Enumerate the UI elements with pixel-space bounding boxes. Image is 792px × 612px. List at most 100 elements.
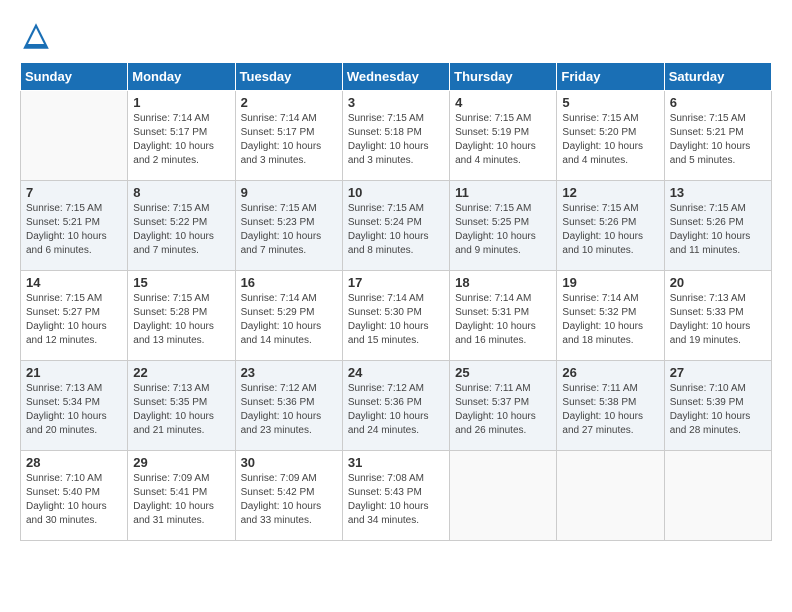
weekday-header-tuesday: Tuesday <box>235 63 342 91</box>
calendar-cell: 16 Sunrise: 7:14 AM Sunset: 5:29 PM Dayli… <box>235 271 342 361</box>
day-number: 23 <box>241 365 337 380</box>
day-info: Sunrise: 7:11 AM Sunset: 5:37 PM Dayligh… <box>455 382 551 438</box>
calendar-cell: 15Sunrise: 7:15 AM Sunset: 5:28 PM Dayli… <box>128 271 235 361</box>
day-info: Sunrise: 7:15 AM Sunset: 5:19 PM Dayligh… <box>455 112 551 168</box>
day-number: 16 <box>241 275 337 290</box>
calendar-cell: 4 Sunrise: 7:15 AM Sunset: 5:19 PM Daylig… <box>450 91 557 181</box>
day-number: 25 <box>455 365 551 380</box>
day-info: Sunrise: 7:15 AM Sunset: 5:20 PM Dayligh… <box>562 112 658 168</box>
day-number: 15 <box>133 275 229 290</box>
calendar-cell: 3 Sunrise: 7:15 AM Sunset: 5:18 PM Daylig… <box>342 91 449 181</box>
calendar-cell: 31 Sunrise: 7:08 AM Sunset: 5:43 PM Dayli… <box>342 451 449 541</box>
calendar-cell: 8 Sunrise: 7:15 AM Sunset: 5:22 PM Daylig… <box>128 181 235 271</box>
day-number: 5 <box>562 95 658 110</box>
calendar-cell: 6 Sunrise: 7:15 AM Sunset: 5:21 PM Daylig… <box>664 91 771 181</box>
day-info: Sunrise: 7:11 AM Sunset: 5:38 PM Dayligh… <box>562 382 658 438</box>
calendar-cell: 5 Sunrise: 7:15 AM Sunset: 5:20 PM Daylig… <box>557 91 664 181</box>
calendar-cell <box>450 451 557 541</box>
calendar-cell: 14 Sunrise: 7:15 AM Sunset: 5:27 PM Dayli… <box>21 271 128 361</box>
day-info: Sunrise: 7:08 AM Sunset: 5:43 PM Dayligh… <box>348 472 444 528</box>
day-info: Sunrise: 7:13 AM Sunset: 5:34 PM Dayligh… <box>26 382 122 438</box>
day-number: 29 <box>133 455 229 470</box>
calendar-cell <box>557 451 664 541</box>
weekday-header-saturday: Saturday <box>664 63 771 91</box>
day-info: Sunrise: 7:15 AM Sunset: 5:24 PM Dayligh… <box>348 202 444 258</box>
calendar-cell: 24 Sunrise: 7:12 AM Sunset: 5:36 PM Dayli… <box>342 361 449 451</box>
day-info: Sunrise: 7:14 AM Sunset: 5:17 PM Dayligh… <box>241 112 337 168</box>
calendar-cell: 9 Sunrise: 7:15 AM Sunset: 5:23 PM Daylig… <box>235 181 342 271</box>
day-number: 22 <box>133 365 229 380</box>
logo-icon <box>20 20 52 52</box>
calendar-week-row: 1 Sunrise: 7:14 AM Sunset: 5:17 PM Daylig… <box>21 91 772 181</box>
day-number: 13 <box>670 185 766 200</box>
day-info: Sunrise: 7:14 AM Sunset: 5:30 PM Dayligh… <box>348 292 444 348</box>
calendar-cell: 1 Sunrise: 7:14 AM Sunset: 5:17 PM Daylig… <box>128 91 235 181</box>
calendar-cell: 11 Sunrise: 7:15 AM Sunset: 5:25 PM Dayli… <box>450 181 557 271</box>
day-number: 14 <box>26 275 122 290</box>
day-number: 4 <box>455 95 551 110</box>
calendar-cell: 28 Sunrise: 7:10 AM Sunset: 5:40 PM Dayli… <box>21 451 128 541</box>
day-info: Sunrise: 7:15 AM Sunset: 5:22 PM Dayligh… <box>133 202 229 258</box>
day-info: Sunrise: 7:14 AM Sunset: 5:17 PM Dayligh… <box>133 112 229 168</box>
day-number: 19 <box>562 275 658 290</box>
day-number: 21 <box>26 365 122 380</box>
day-number: 6 <box>670 95 766 110</box>
day-number: 20 <box>670 275 766 290</box>
weekday-header-wednesday: Wednesday <box>342 63 449 91</box>
day-info: Sunrise: 7:12 AM Sunset: 5:36 PM Dayligh… <box>348 382 444 438</box>
day-number: 27 <box>670 365 766 380</box>
calendar-cell: 30 Sunrise: 7:09 AM Sunset: 5:42 PM Dayli… <box>235 451 342 541</box>
day-number: 8 <box>133 185 229 200</box>
calendar-week-row: 14 Sunrise: 7:15 AM Sunset: 5:27 PM Dayli… <box>21 271 772 361</box>
day-number: 12 <box>562 185 658 200</box>
weekday-header-sunday: Sunday <box>21 63 128 91</box>
calendar-cell: 7Sunrise: 7:15 AM Sunset: 5:21 PM Daylig… <box>21 181 128 271</box>
day-number: 31 <box>348 455 444 470</box>
day-number: 10 <box>348 185 444 200</box>
day-number: 24 <box>348 365 444 380</box>
calendar-cell: 10 Sunrise: 7:15 AM Sunset: 5:24 PM Dayli… <box>342 181 449 271</box>
day-number: 18 <box>455 275 551 290</box>
day-info: Sunrise: 7:12 AM Sunset: 5:36 PM Dayligh… <box>241 382 337 438</box>
day-info: Sunrise: 7:09 AM Sunset: 5:41 PM Dayligh… <box>133 472 229 528</box>
day-number: 3 <box>348 95 444 110</box>
calendar-table: SundayMondayTuesdayWednesdayThursdayFrid… <box>20 62 772 541</box>
calendar-cell <box>21 91 128 181</box>
day-number: 30 <box>241 455 337 470</box>
day-number: 1 <box>133 95 229 110</box>
calendar-cell: 20 Sunrise: 7:13 AM Sunset: 5:33 PM Dayli… <box>664 271 771 361</box>
calendar-cell: 21 Sunrise: 7:13 AM Sunset: 5:34 PM Dayli… <box>21 361 128 451</box>
calendar-week-row: 7Sunrise: 7:15 AM Sunset: 5:21 PM Daylig… <box>21 181 772 271</box>
day-number: 2 <box>241 95 337 110</box>
calendar-cell: 26 Sunrise: 7:11 AM Sunset: 5:38 PM Dayli… <box>557 361 664 451</box>
calendar-cell: 23 Sunrise: 7:12 AM Sunset: 5:36 PM Dayli… <box>235 361 342 451</box>
day-number: 11 <box>455 185 551 200</box>
day-number: 9 <box>241 185 337 200</box>
day-info: Sunrise: 7:10 AM Sunset: 5:40 PM Dayligh… <box>26 472 122 528</box>
day-info: Sunrise: 7:15 AM Sunset: 5:27 PM Dayligh… <box>26 292 122 348</box>
calendar-week-row: 28 Sunrise: 7:10 AM Sunset: 5:40 PM Dayli… <box>21 451 772 541</box>
weekday-header-row: SundayMondayTuesdayWednesdayThursdayFrid… <box>21 63 772 91</box>
calendar-week-row: 21 Sunrise: 7:13 AM Sunset: 5:34 PM Dayli… <box>21 361 772 451</box>
day-info: Sunrise: 7:15 AM Sunset: 5:26 PM Dayligh… <box>670 202 766 258</box>
day-info: Sunrise: 7:15 AM Sunset: 5:25 PM Dayligh… <box>455 202 551 258</box>
day-info: Sunrise: 7:15 AM Sunset: 5:21 PM Dayligh… <box>670 112 766 168</box>
day-info: Sunrise: 7:14 AM Sunset: 5:29 PM Dayligh… <box>241 292 337 348</box>
calendar-cell: 27Sunrise: 7:10 AM Sunset: 5:39 PM Dayli… <box>664 361 771 451</box>
day-number: 28 <box>26 455 122 470</box>
weekday-header-monday: Monday <box>128 63 235 91</box>
calendar-cell: 18 Sunrise: 7:14 AM Sunset: 5:31 PM Dayli… <box>450 271 557 361</box>
day-info: Sunrise: 7:09 AM Sunset: 5:42 PM Dayligh… <box>241 472 337 528</box>
day-info: Sunrise: 7:13 AM Sunset: 5:33 PM Dayligh… <box>670 292 766 348</box>
calendar-cell: 19Sunrise: 7:14 AM Sunset: 5:32 PM Dayli… <box>557 271 664 361</box>
calendar-cell: 25 Sunrise: 7:11 AM Sunset: 5:37 PM Dayli… <box>450 361 557 451</box>
calendar-cell: 22 Sunrise: 7:13 AM Sunset: 5:35 PM Dayli… <box>128 361 235 451</box>
calendar-cell <box>664 451 771 541</box>
day-info: Sunrise: 7:15 AM Sunset: 5:23 PM Dayligh… <box>241 202 337 258</box>
logo <box>20 20 56 52</box>
day-info: Sunrise: 7:15 AM Sunset: 5:18 PM Dayligh… <box>348 112 444 168</box>
day-number: 26 <box>562 365 658 380</box>
day-info: Sunrise: 7:15 AM Sunset: 5:26 PM Dayligh… <box>562 202 658 258</box>
day-info: Sunrise: 7:13 AM Sunset: 5:35 PM Dayligh… <box>133 382 229 438</box>
day-info: Sunrise: 7:14 AM Sunset: 5:31 PM Dayligh… <box>455 292 551 348</box>
